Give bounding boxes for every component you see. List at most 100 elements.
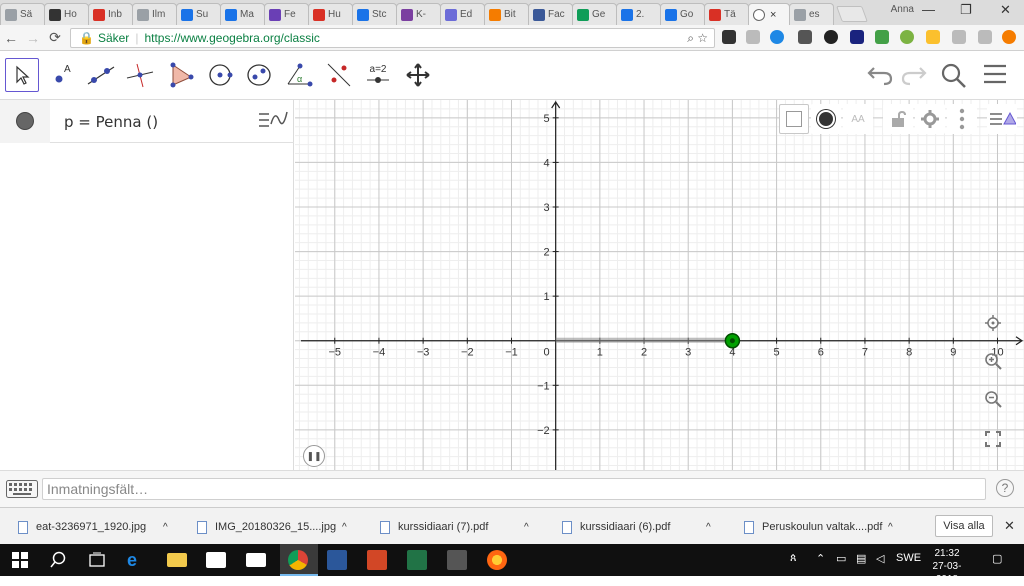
browser-tab[interactable]: Inb [88, 3, 133, 25]
label-style-button[interactable]: AA [843, 104, 873, 134]
extension-icon-11[interactable] [978, 30, 992, 44]
input-field[interactable]: Inmatningsfält… [42, 478, 986, 500]
download-item[interactable]: kurssidiaari (7).pdf [380, 516, 488, 538]
browser-tab[interactable]: Bit [484, 3, 529, 25]
angle-tool-button[interactable]: α [282, 58, 316, 92]
browser-tab[interactable]: Hu [308, 3, 353, 25]
firefox-icon[interactable] [487, 550, 507, 570]
algebra-style-button[interactable] [255, 106, 293, 136]
minimize-button[interactable]: — [922, 2, 935, 17]
circle-tool-button[interactable] [203, 58, 237, 92]
forward-button[interactable]: → [22, 30, 44, 46]
move-tool-button[interactable] [5, 58, 39, 92]
main-menu-icon[interactable] [982, 62, 1008, 92]
extension-icon-8[interactable] [900, 30, 914, 44]
store-icon[interactable] [206, 552, 226, 568]
browser-tab[interactable]: Ma [220, 3, 265, 25]
new-tab-button[interactable] [836, 6, 868, 22]
browser-tab[interactable]: K- [396, 3, 441, 25]
line-tool-button[interactable] [84, 58, 118, 92]
show-hidden-icons[interactable]: ⌃ [816, 552, 825, 565]
edge-icon[interactable]: e [127, 550, 147, 570]
search-icon[interactable] [940, 62, 968, 96]
zoom-in-button[interactable] [980, 348, 1006, 374]
keyboard-icon[interactable] [6, 480, 38, 498]
search-taskbar-icon[interactable] [50, 550, 70, 570]
browser-tab[interactable]: es [789, 3, 834, 25]
powerpoint-icon[interactable] [367, 550, 387, 570]
battery-icon[interactable]: ▭ [836, 552, 846, 565]
url-input[interactable]: 🔒 Säker | https://www.geogebra.org/class… [70, 28, 715, 48]
excel-icon[interactable] [407, 550, 427, 570]
download-options-chevron-icon[interactable]: ^ [524, 516, 529, 538]
browser-tab[interactable]: Sä [0, 3, 45, 25]
action-center-icon[interactable]: ▢ [992, 552, 1002, 565]
zoom-out-button[interactable] [980, 386, 1006, 412]
close-window-button[interactable]: ✕ [1000, 2, 1011, 18]
download-options-chevron-icon[interactable]: ^ [163, 516, 168, 538]
polygon-tool-button[interactable] [163, 58, 197, 92]
download-options-chevron-icon[interactable]: ^ [706, 516, 711, 538]
maximize-button[interactable]: ❐ [960, 2, 972, 18]
browser-tab[interactable]: Tä [704, 3, 749, 25]
lock-button[interactable] [883, 104, 913, 134]
slider-tool-button[interactable]: a=2 [361, 58, 395, 92]
file-explorer-icon[interactable] [167, 553, 187, 567]
browser-tab[interactable]: Go [660, 3, 705, 25]
help-button[interactable]: ? [996, 479, 1014, 497]
algebra-expression[interactable]: p = Penna () [64, 113, 158, 131]
graphics-settings-button[interactable] [915, 104, 945, 134]
more-options-button[interactable] [947, 104, 977, 134]
mail-icon[interactable] [246, 553, 266, 567]
redo-icon[interactable] [900, 62, 928, 92]
browser-tab[interactable]: Fe [264, 3, 309, 25]
browser-tab[interactable]: Ilm [132, 3, 177, 25]
volume-icon[interactable]: ◁ [876, 552, 884, 565]
download-options-chevron-icon[interactable]: ^ [342, 516, 347, 538]
close-tab-button[interactable]: × [770, 9, 776, 21]
point-style-button[interactable] [811, 104, 841, 134]
reflect-tool-button[interactable] [322, 58, 356, 92]
graphics-style-toggle-button[interactable] [987, 104, 1017, 134]
ellipse-tool-button[interactable] [242, 58, 276, 92]
browser-tab[interactable]: Su [176, 3, 221, 25]
network-icon[interactable]: ▤ [856, 552, 866, 565]
algebra-row[interactable]: p = Penna () [0, 100, 294, 143]
fullscreen-button[interactable] [980, 426, 1006, 452]
keyboard-language[interactable]: SWE [896, 552, 921, 564]
undo-icon[interactable] [866, 62, 894, 92]
coordinate-plane[interactable]: −5 −4 −3 −2 −1 0 1 2 3 4 5 6 7 8 9 1054321−1−2 [295, 100, 1024, 470]
move-graphics-tool-button[interactable] [401, 58, 435, 92]
task-view-icon[interactable] [87, 550, 107, 570]
clock[interactable]: 21:32 27-03-2018 [922, 547, 972, 586]
browser-tab[interactable]: 2. [616, 3, 661, 25]
download-options-chevron-icon[interactable]: ^ [888, 516, 893, 538]
download-item[interactable]: Peruskoulun valtak....pdf [744, 516, 882, 538]
profile-icon[interactable] [1002, 30, 1016, 44]
color-style-button[interactable] [779, 104, 809, 134]
extension-icon-7[interactable] [875, 30, 889, 44]
extension-icon-5[interactable] [824, 30, 838, 44]
show-all-downloads-button[interactable]: Visa alla [935, 515, 993, 537]
pause-animation-button[interactable]: ❚❚ [303, 445, 325, 467]
browser-tab[interactable]: Ho [44, 3, 89, 25]
extension-icon-1[interactable] [722, 30, 736, 44]
standard-view-button[interactable] [980, 310, 1006, 336]
back-button[interactable]: ← [0, 30, 22, 46]
browser-tab[interactable]: Stc [352, 3, 397, 25]
people-icon[interactable]: ጰ [790, 552, 797, 565]
close-downloads-bar-button[interactable]: ✕ [1004, 518, 1015, 534]
extension-icon-4[interactable] [798, 30, 812, 44]
app-icon[interactable] [447, 550, 467, 570]
zoom-and-star-icons[interactable]: ⌕ ☆ [687, 31, 708, 46]
extension-icon-2[interactable] [746, 30, 760, 44]
reload-button[interactable]: ⟳ [44, 29, 66, 46]
browser-tab[interactable]: Ge [572, 3, 617, 25]
download-item[interactable]: kurssidiaari (6).pdf [562, 516, 670, 538]
extension-icon-6[interactable] [850, 30, 864, 44]
perpendicular-tool-button[interactable] [123, 58, 157, 92]
download-item[interactable]: eat-3236971_1920.jpg [18, 516, 146, 538]
browser-tab[interactable]: Fac [528, 3, 573, 25]
download-item[interactable]: IMG_20180326_15....jpg [197, 516, 336, 538]
extension-icon-10[interactable] [952, 30, 966, 44]
